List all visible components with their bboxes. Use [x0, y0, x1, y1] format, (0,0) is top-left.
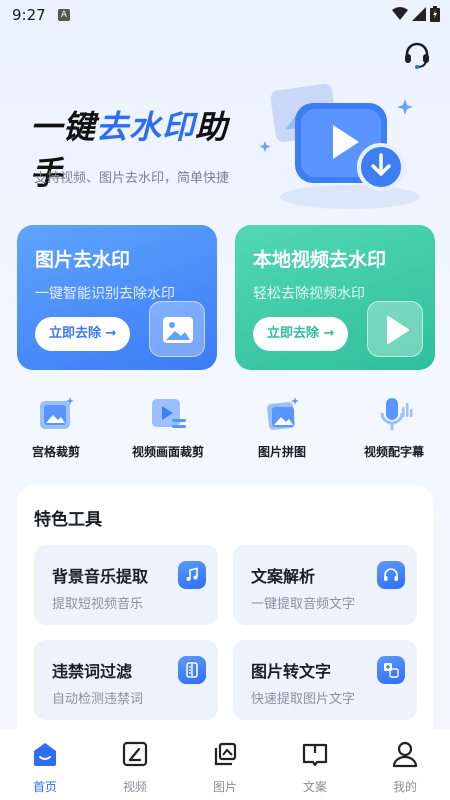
nav-home[interactable]: 首页 — [0, 740, 90, 795]
nav-label: 我的 — [392, 780, 417, 794]
image-nav-icon — [214, 742, 237, 766]
book-icon — [302, 743, 328, 767]
hero-play-illustration — [259, 83, 420, 209]
features-panel: 特色工具 背景音乐提取 提取短视频音乐 文案解析 一键提取音频文字 违禁词过滤 … — [17, 485, 433, 745]
card-title: 图片去水印 — [35, 249, 131, 271]
nav-image[interactable]: 图片 — [180, 740, 270, 795]
music-icon — [178, 561, 206, 589]
translate-icon — [377, 656, 405, 684]
card-desc: 轻松去除视频水印 — [253, 286, 365, 302]
headphones-icon — [377, 561, 405, 589]
tool-label: 视频画面裁剪 — [131, 445, 204, 459]
nav-label: 图片 — [212, 780, 237, 794]
filter-icon — [178, 656, 206, 684]
feature-title: 背景音乐提取 — [52, 567, 149, 586]
feature-desc: 一键提取音频文字 — [251, 597, 356, 612]
tool-video-crop[interactable]: 视频画面裁剪 — [112, 395, 224, 460]
video-watermark-card[interactable]: 本地视频去水印 轻松去除视频水印 立即去除 → — [235, 225, 435, 370]
image-tile — [149, 301, 205, 357]
grid-crop-icon — [40, 397, 74, 429]
battery-icon — [430, 6, 440, 22]
tool-video-subtitle[interactable]: 视频配字幕 — [338, 395, 450, 460]
video-remove-button[interactable]: 立即去除 → — [253, 317, 349, 351]
video-icon — [122, 741, 148, 767]
hero-title-part1: 一键 — [30, 108, 97, 146]
feature-title: 违禁词过滤 — [52, 662, 133, 681]
tool-label: 视频配字幕 — [363, 445, 424, 459]
image-collage-icon — [267, 397, 299, 430]
customer-service-icon[interactable] — [402, 40, 432, 70]
tool-label: 图片拼图 — [257, 445, 306, 459]
feature-image-to-text[interactable]: 图片转文字 快速提取图片文字 — [233, 640, 417, 720]
feature-title: 文案解析 — [251, 567, 316, 586]
feature-copy-parse[interactable]: 文案解析 一键提取音频文字 — [233, 545, 417, 625]
home-icon — [34, 743, 56, 766]
nav-label: 首页 — [32, 780, 57, 794]
feature-desc: 快速提取图片文字 — [251, 692, 356, 707]
wifi-icon — [392, 7, 408, 20]
image-remove-button[interactable]: 立即去除 → — [35, 317, 131, 351]
hero-subtitle: 支持视频、图片去水印，简单快捷 — [34, 171, 230, 186]
notification-badge: A — [58, 9, 70, 21]
card-desc: 一键智能识别去除水印 — [35, 286, 175, 302]
card-title: 本地视频去水印 — [253, 249, 387, 271]
nav-copywriting[interactable]: 文案 — [270, 740, 360, 795]
nav-video[interactable]: 视频 — [90, 740, 180, 795]
bottom-nav: 首页 视频 图片 文案 我的 — [0, 730, 450, 800]
feature-title: 图片转文字 — [251, 662, 332, 681]
hero-title: 一键去水印助手 — [30, 102, 260, 192]
video-tile — [367, 301, 423, 357]
microphone-icon — [380, 398, 413, 430]
signal-icon — [412, 7, 426, 21]
feature-desc: 自动检测违禁词 — [52, 692, 144, 707]
hero-title-part2: 去水印 — [96, 108, 196, 146]
image-icon — [163, 317, 193, 343]
video-crop-icon — [152, 399, 186, 428]
user-icon — [392, 741, 418, 768]
nav-profile[interactable]: 我的 — [360, 740, 450, 795]
tool-label: 宫格裁剪 — [31, 445, 80, 459]
status-time: 9:27 — [12, 6, 46, 24]
feature-music-extract[interactable]: 背景音乐提取 提取短视频音乐 — [34, 545, 218, 625]
nav-label: 文案 — [302, 780, 327, 794]
tool-image-collage[interactable]: 图片拼图 — [226, 395, 338, 460]
status-bar: 9:27 A — [0, 0, 450, 30]
feature-desc: 提取短视频音乐 — [52, 597, 144, 612]
feature-banned-words[interactable]: 违禁词过滤 自动检测违禁词 — [34, 640, 218, 720]
features-heading: 特色工具 — [34, 510, 102, 530]
nav-label: 视频 — [122, 780, 147, 794]
image-watermark-card[interactable]: 图片去水印 一键智能识别去除水印 立即去除 → — [17, 225, 217, 370]
play-icon — [387, 316, 409, 344]
tool-grid-crop[interactable]: 宫格裁剪 — [0, 395, 112, 460]
